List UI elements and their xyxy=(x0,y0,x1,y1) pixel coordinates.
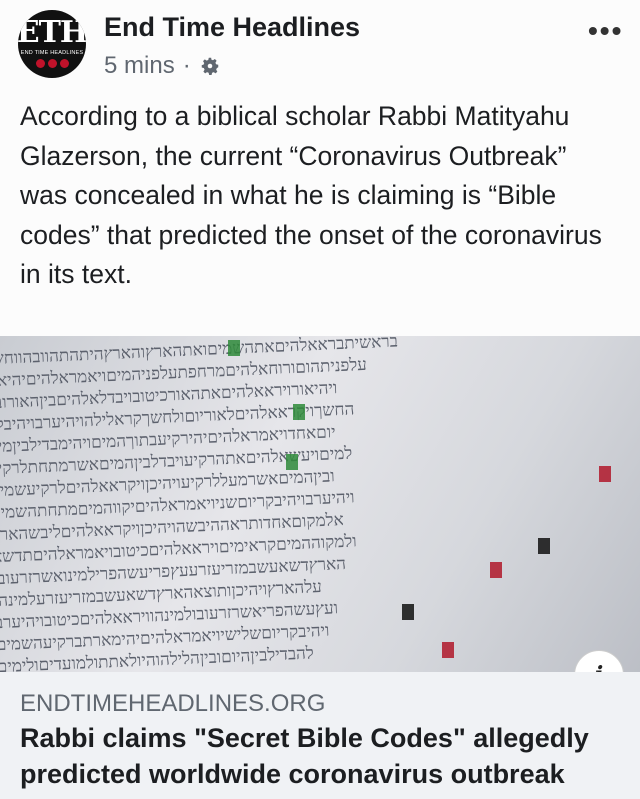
page-avatar[interactable]: ETH END TIME HEADLINES xyxy=(18,10,86,78)
link-preview-image[interactable]: בראשיתבראאלהיםאתהשמיםואתהארץוהארץהיתהתהו… xyxy=(0,336,640,672)
gear-icon xyxy=(201,57,218,75)
timestamp[interactable]: 5 mins xyxy=(104,52,175,80)
link-headline[interactable]: Rabbi claims "Secret Bible Codes" allege… xyxy=(20,720,630,792)
link-domain: ENDTIMEHEADLINES.ORG xyxy=(20,690,326,717)
more-options-button[interactable]: ••• xyxy=(588,15,623,47)
logo-text: ETH xyxy=(18,15,86,50)
post-text: According to a biblical scholar Rabbi Ma… xyxy=(20,101,602,289)
logo-dots xyxy=(35,59,69,68)
bible-code-grid-image: בראשיתבראאלהיםאתהשמיםואתהארץוהארץהיתהתהו… xyxy=(0,336,611,672)
separator: · xyxy=(182,52,191,79)
logo-subtext: END TIME HEADLINES xyxy=(20,50,84,56)
page-name-link[interactable]: End Time Headlines xyxy=(104,12,360,43)
post-meta: 5 mins · xyxy=(104,52,221,80)
